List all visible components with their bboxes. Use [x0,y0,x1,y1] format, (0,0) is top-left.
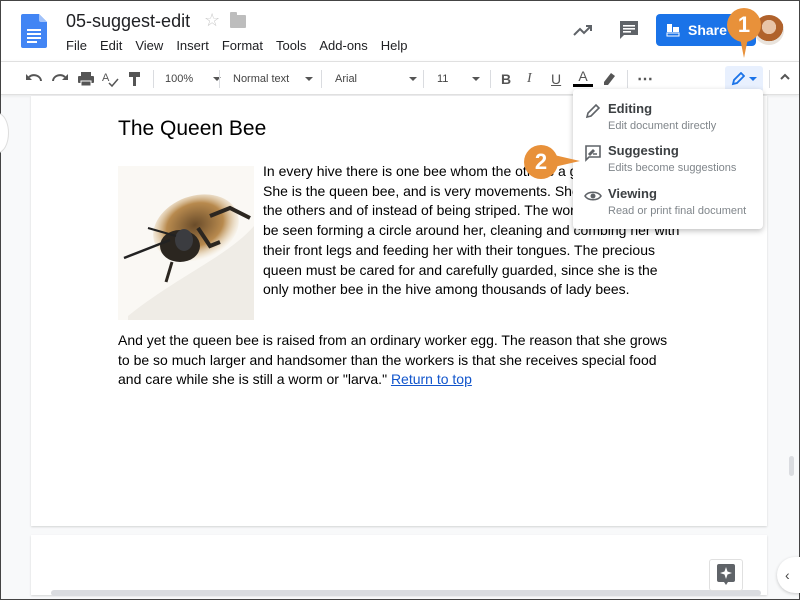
chevron-down-icon [749,77,757,81]
toolbar-divider [769,70,770,88]
mode-option-viewing[interactable]: Viewing Read or print final document [573,184,763,224]
mode-option-description: Edit document directly [608,120,717,132]
mode-dropdown-menu: Editing Edit document directly Suggestin… [573,89,763,229]
menu-insert[interactable]: Insert [176,38,209,53]
toolbar-divider [490,70,491,88]
suggest-icon [585,145,601,162]
mode-option-editing[interactable]: Editing Edit document directly [573,99,763,139]
more-options-button[interactable]: ⋯ [637,69,653,89]
vertical-scrollbar[interactable] [789,456,794,476]
mode-option-description: Edits become suggestions [608,162,737,174]
italic-button[interactable]: I [527,69,532,89]
print-icon[interactable] [77,69,95,89]
toolbar-divider [219,70,220,88]
font-size-select[interactable]: 11 [437,69,481,89]
folder-icon[interactable] [230,12,246,28]
toolbar-divider [423,70,424,88]
text-color-swatch [573,84,593,87]
style-select[interactable]: Normal text [233,69,314,89]
menu-tools[interactable]: Tools [276,38,306,53]
highlight-icon[interactable] [600,69,618,89]
google-docs-icon[interactable] [21,14,47,48]
mode-option-suggesting[interactable]: Suggesting Edits become suggestions [573,141,763,181]
menu-bar: File Edit View Insert Format Tools Add-o… [66,38,421,53]
explore-icon [717,564,735,585]
spellcheck-icon[interactable]: A [101,69,119,89]
menu-edit[interactable]: Edit [100,38,122,53]
toolbar-divider [321,70,322,88]
font-select[interactable]: Arial [335,69,418,89]
menu-file[interactable]: File [66,38,87,53]
people-icon [666,24,680,37]
text-color-glyph: A [578,68,588,84]
font-size-value: 11 [437,73,449,85]
zoom-select[interactable]: 100% [165,69,222,89]
text-color-button[interactable]: A [573,69,593,89]
menu-view[interactable]: View [135,38,163,53]
collapse-toolbar-icon[interactable] [779,71,791,83]
side-panel-toggle[interactable]: ‹ [777,557,800,593]
star-icon[interactable]: ☆ [204,10,220,31]
menu-format[interactable]: Format [222,38,263,53]
step-callout-1: 1 [727,8,761,58]
undo-icon[interactable] [25,69,43,89]
document-title[interactable]: 05-suggest-edit [66,11,190,32]
explore-button[interactable] [709,559,743,591]
toolbar-divider [153,70,154,88]
menu-addons[interactable]: Add-ons [319,38,367,53]
chevron-down-icon [472,77,481,81]
activity-trend-icon[interactable] [572,19,594,41]
chevron-down-icon [305,77,314,81]
horizontal-scrollbar[interactable] [51,590,761,596]
step-callout-2: 2 [524,145,580,179]
mode-option-label: Suggesting [608,143,679,158]
zoom-value: 100% [165,73,194,85]
pencil-icon [585,103,601,119]
eye-icon [584,191,602,201]
svg-text:A: A [102,72,110,84]
toolbar-divider [627,70,628,88]
font-value: Arial [335,73,358,85]
bold-button[interactable]: B [501,69,511,89]
document-outline-tab[interactable] [0,113,9,153]
share-label: Share [688,22,727,38]
chevron-left-icon: ‹ [785,567,790,583]
chevron-down-icon [409,77,418,81]
menu-help[interactable]: Help [381,38,408,53]
document-heading: The Queen Bee [118,117,267,140]
paint-format-icon[interactable] [127,69,143,89]
mode-option-label: Editing [608,101,653,116]
return-to-top-link[interactable]: Return to top [391,371,472,387]
pencil-icon [731,72,745,86]
redo-icon[interactable] [51,69,69,89]
docs-header: 05-suggest-edit ☆ File Edit View Insert … [1,1,799,61]
mode-option-description: Read or print final document [608,205,747,217]
paragraph-egg: And yet the queen bee is raised from an … [118,331,678,390]
style-value: Normal text [233,73,290,85]
mode-option-label: Viewing [608,186,657,201]
comment-icon[interactable] [618,19,640,41]
queen-bee-photo[interactable] [118,166,254,320]
underline-button[interactable]: U [551,69,561,89]
document-page-2[interactable] [31,535,767,595]
